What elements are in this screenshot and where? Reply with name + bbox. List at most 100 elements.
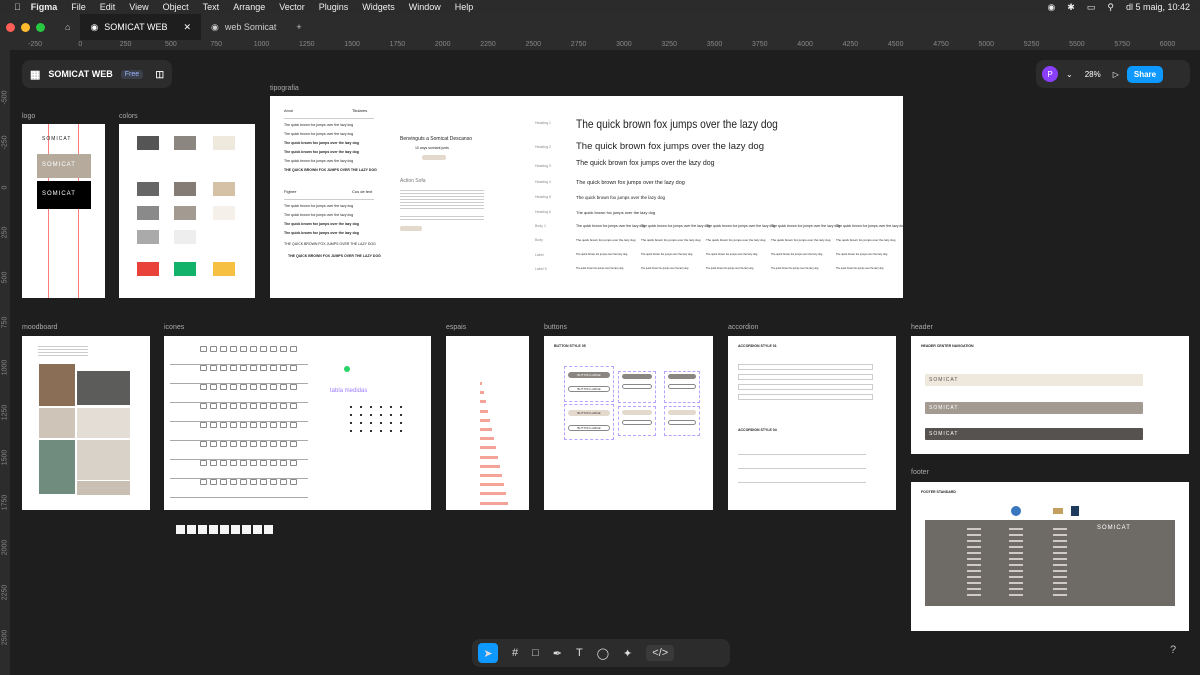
pen-tool-icon[interactable]: ✒ (553, 647, 562, 660)
menu-file[interactable]: File (71, 2, 86, 12)
frame-label-moodboard[interactable]: moodboard (22, 324, 57, 331)
footer-link[interactable] (1009, 570, 1023, 572)
minimize-window-icon[interactable] (21, 22, 30, 32)
component-thumbnail[interactable] (176, 525, 185, 534)
menu-window[interactable]: Window (409, 2, 441, 12)
menu-plugins[interactable]: Plugins (319, 2, 349, 12)
footer-link[interactable] (967, 534, 981, 536)
accordion-row[interactable] (738, 394, 873, 400)
button-sample[interactable]: BUTTON LARGE (568, 386, 610, 392)
menu-help[interactable]: Help (455, 2, 474, 12)
search-icon[interactable]: ⚲ (1107, 2, 1114, 13)
component-thumbnail[interactable] (209, 525, 218, 534)
footer-link[interactable] (967, 576, 981, 578)
component-thumbnail[interactable] (231, 525, 240, 534)
footer-link[interactable] (1053, 576, 1067, 578)
figma-menu-icon[interactable]: ▦ (30, 68, 40, 81)
apple-icon[interactable]:  (14, 2, 21, 12)
help-button[interactable]: ? (1170, 644, 1176, 656)
footer-link[interactable] (1009, 564, 1023, 566)
frame-label-icones[interactable]: icones (164, 324, 184, 331)
menu-edit[interactable]: Edit (100, 2, 116, 12)
footer-link[interactable] (1009, 582, 1023, 584)
footer-link[interactable] (1009, 594, 1023, 596)
frame-label-logo[interactable]: logo (22, 113, 35, 120)
frame-icones[interactable]: tabla medidas (164, 336, 431, 510)
file-name[interactable]: SOMICAT WEB (48, 69, 112, 79)
footer-link[interactable] (967, 564, 981, 566)
close-icon[interactable]: ✕ (183, 22, 191, 33)
menu-widgets[interactable]: Widgets (362, 2, 395, 12)
footer-link[interactable] (1053, 570, 1067, 572)
frame-logo[interactable]: SOMICAT SOMICAT SOMICAT (22, 124, 105, 298)
wifi-icon[interactable]: ◉ (1047, 2, 1055, 13)
avatar[interactable]: P (1042, 66, 1058, 82)
component-thumbnail[interactable] (198, 525, 207, 534)
footer-link[interactable] (1009, 540, 1023, 542)
footer-link[interactable] (1009, 558, 1023, 560)
accordion-row[interactable] (738, 374, 873, 380)
share-button[interactable]: Share (1126, 65, 1164, 83)
panel-toggle-icon[interactable]: ◫ (155, 69, 164, 80)
accordion-row[interactable] (738, 364, 873, 370)
frame-colors[interactable] (119, 124, 255, 298)
frame-footer[interactable]: FOOTER STANDARD SOMICAT (911, 482, 1189, 631)
frame-label-tipografia[interactable]: tipografia (270, 85, 299, 92)
button-sample[interactable]: BUTTON LARGE (568, 372, 610, 378)
frame-label-espais[interactable]: espais (446, 324, 466, 331)
footer-link[interactable] (967, 582, 981, 584)
footer-link[interactable] (1009, 588, 1023, 590)
comment-tool-icon[interactable]: ◯ (597, 647, 609, 660)
accordion-row[interactable] (738, 454, 866, 455)
dev-mode-icon[interactable]: </> (646, 645, 675, 661)
footer-link[interactable] (1053, 594, 1067, 596)
zoom-level[interactable]: 28% (1085, 70, 1101, 79)
menu-app[interactable]: Figma (31, 2, 58, 12)
frame-label-buttons[interactable]: buttons (544, 324, 567, 331)
frame-label-colors[interactable]: colors (119, 113, 138, 120)
frame-label-header[interactable]: header (911, 324, 933, 331)
footer-link[interactable] (1053, 534, 1067, 536)
menu-arrange[interactable]: Arrange (233, 2, 265, 12)
footer-link[interactable] (1053, 540, 1067, 542)
menu-vector[interactable]: Vector (279, 2, 305, 12)
footer-link[interactable] (1053, 588, 1067, 590)
button-sample[interactable]: BUTTON LARGE (568, 425, 610, 431)
footer-link[interactable] (1009, 546, 1023, 548)
clock[interactable]: dl 5 maig, 10:42 (1126, 2, 1190, 12)
chevron-down-icon[interactable]: ⌄ (1066, 70, 1073, 79)
frame-label-footer[interactable]: footer (911, 469, 929, 476)
footer-link[interactable] (1053, 558, 1067, 560)
tab-web-somicat[interactable]: ◉ web Somicat (201, 14, 286, 40)
menu-text[interactable]: Text (203, 2, 220, 12)
frame-moodboard[interactable] (22, 336, 150, 510)
new-tab-button[interactable]: + (286, 14, 311, 40)
home-icon[interactable]: ⌂ (55, 14, 80, 40)
frame-buttons[interactable]: BUTTON STYLE 05 BUTTON LARGE BUTTON LARG… (544, 336, 713, 510)
button-sample[interactable]: BUTTON LARGE (568, 410, 610, 416)
text-tool-icon[interactable]: T (576, 647, 583, 659)
footer-link[interactable] (1009, 552, 1023, 554)
footer-link[interactable] (1009, 528, 1023, 530)
footer-link[interactable] (967, 540, 981, 542)
maximize-window-icon[interactable] (36, 22, 45, 32)
bluetooth-icon[interactable]: ✱ (1067, 2, 1075, 13)
close-window-icon[interactable] (6, 22, 15, 32)
footer-link[interactable] (967, 588, 981, 590)
footer-link[interactable] (1053, 552, 1067, 554)
frame-espais[interactable] (446, 336, 529, 510)
footer-link[interactable] (1009, 534, 1023, 536)
footer-link[interactable] (967, 558, 981, 560)
footer-link[interactable] (1053, 528, 1067, 530)
component-thumbnail[interactable] (187, 525, 196, 534)
footer-link[interactable] (967, 570, 981, 572)
footer-link[interactable] (1009, 576, 1023, 578)
menu-object[interactable]: Object (163, 2, 189, 12)
footer-link[interactable] (967, 528, 981, 530)
footer-link[interactable] (967, 552, 981, 554)
menu-view[interactable]: View (129, 2, 148, 12)
accordion-row[interactable] (738, 384, 873, 390)
tab-somicat-web[interactable]: ◉ SOMICAT WEB ✕ (80, 14, 202, 40)
resources-tool-icon[interactable]: ✦ (623, 647, 632, 660)
frame-header[interactable]: HEADER CENTER NAVIGATION SOMICAT SOMICAT… (911, 336, 1189, 454)
